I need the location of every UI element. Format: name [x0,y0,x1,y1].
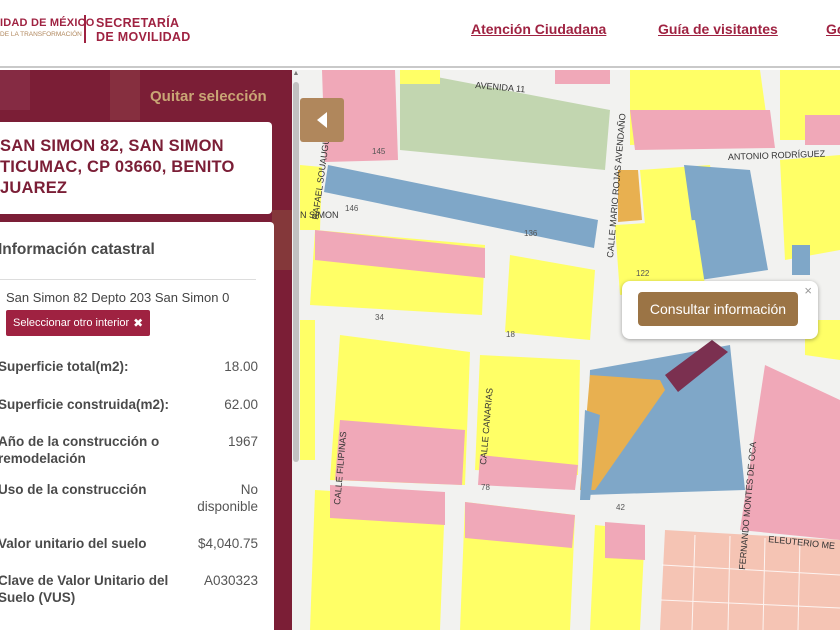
scroll-up-icon[interactable]: ▲ [292,70,300,80]
lot-number: 18 [506,330,515,339]
panel-scrollbar[interactable]: ▲ [292,70,300,630]
lot-number: 136 [524,229,538,238]
row-label: Superficie total(m2): [0,359,129,374]
close-icon: ✖ [133,316,144,330]
lot-number: 146 [345,204,359,213]
lot-number: 34 [375,313,384,322]
street-label: N SIMON [300,210,339,220]
nav-go[interactable]: Go [826,21,840,37]
semovi-logo[interactable]: SECRETARÍA DE MOVILIDAD [96,16,191,44]
interior-button-label: Seleccionar otro interior [13,317,130,329]
collapse-panel-button[interactable] [300,98,344,142]
cadastral-map[interactable]: AVENIDA 11 RAFAEL SOUAUGU CALLE MARIO RO… [300,70,840,630]
row-value: $4,040.75 [197,536,258,551]
semovi-line1: SECRETARÍA [96,16,180,30]
address-line: SAN SIMON 82, SAN SIMON [0,137,224,155]
row-label: Uso de la construcción [0,482,147,497]
info-panel: Quitar selección SAN SIMON 82, SAN SIMON… [0,70,292,630]
consultar-informacion-button[interactable]: Consultar información [638,292,798,326]
popup-close-icon[interactable]: × [804,283,812,298]
cadastral-info-card: Información catastral San Simon 82 Depto… [0,222,274,630]
row-value: 18.00 [224,359,258,374]
cdmx-logo[interactable]: IDAD DE MÉXICO DE LA TRANSFORMACIÓN [0,17,95,38]
nav-guia-visitantes[interactable]: Guía de visitantes [658,21,778,37]
logo-line2: DE LA TRANSFORMACIÓN [0,31,82,38]
semovi-line2: DE MOVILIDAD [96,30,191,44]
address-line: JUAREZ [0,179,68,197]
map-canvas[interactable]: AVENIDA 11 RAFAEL SOUAUGU CALLE MARIO RO… [300,70,840,630]
lot-number: 122 [636,269,650,278]
header: IDAD DE MÉXICO DE LA TRANSFORMACIÓN SECR… [0,0,840,68]
scroll-thumb[interactable] [293,82,299,462]
row-value: 1967 [227,434,258,449]
lot-number: 42 [616,503,625,512]
logo-line1: IDAD DE MÉXICO [0,17,95,29]
row-label: Año de la construcción o remodelación [0,434,160,466]
nav-atencion-ciudadana[interactable]: Atención Ciudadana [471,21,606,37]
seleccionar-otro-interior-button[interactable]: Seleccionar otro interior ✖ [6,310,151,336]
row-label: Superficie construida(m2): [0,397,170,412]
address-card: SAN SIMON 82, SAN SIMON TICUMAC, CP 0366… [0,122,272,214]
address-text: SAN SIMON 82, SAN SIMON TICUMAC, CP 0366… [0,136,272,199]
lot-number: 145 [372,147,386,156]
map-popup: × Consultar información [622,281,818,339]
row-label: Clave de Valor Unitario del Suelo (VUS) [0,573,169,605]
interior-text: San Simon 82 Depto 203 San Simon 0 [6,290,230,305]
divider [0,279,256,280]
row-value: A030323 [203,573,258,588]
row-value: 62.00 [224,397,258,412]
row-label: Valor unitario del suelo [0,536,147,551]
lot-number: 78 [481,483,490,492]
address-line: TICUMAC, CP 03660, BENITO [0,158,235,176]
row-value: No disponible [197,482,258,514]
logo-divider [84,15,86,43]
quitar-seleccion-link[interactable]: Quitar selección [150,88,267,105]
caret-left-icon [317,112,327,128]
info-title: Información catastral [0,241,155,258]
